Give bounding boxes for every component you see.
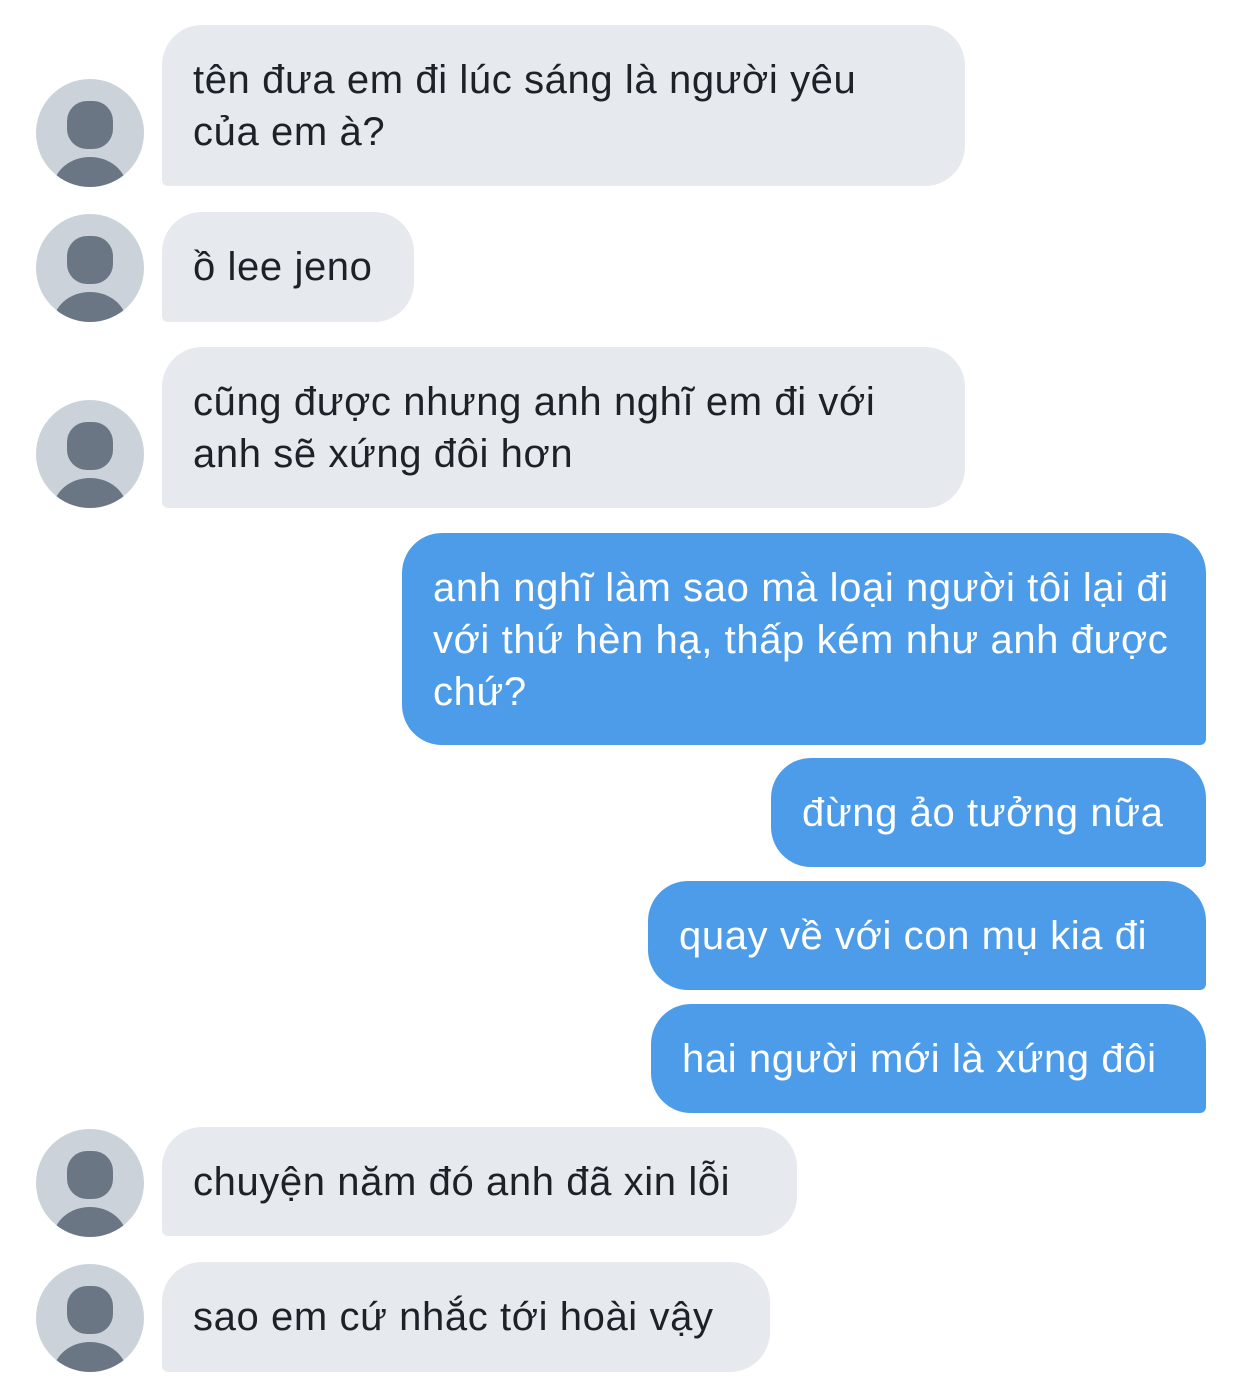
message-bubble-incoming[interactable]: cũng được nhưng anh nghĩ em đi với anh s… xyxy=(162,347,965,508)
message-bubble-incoming[interactable]: sao em cứ nhắc tới hoài vậy xyxy=(162,1262,770,1372)
person-icon xyxy=(53,236,127,322)
sender-avatar[interactable] xyxy=(36,1264,144,1372)
sender-avatar[interactable] xyxy=(36,79,144,187)
message-bubble-outgoing[interactable]: đừng ảo tưởng nữa xyxy=(771,758,1206,867)
message-bubble-outgoing[interactable]: anh nghĩ làm sao mà loại người tôi lại đ… xyxy=(402,533,1206,745)
message-bubble-incoming[interactable]: ồ lee jeno xyxy=(162,212,414,322)
sender-avatar[interactable] xyxy=(36,400,144,508)
sender-avatar[interactable] xyxy=(36,1129,144,1237)
person-icon xyxy=(53,422,127,508)
message-bubble-outgoing[interactable]: quay về với con mụ kia đi xyxy=(648,881,1206,990)
message-bubble-incoming[interactable]: chuyện năm đó anh đã xin lỗi xyxy=(162,1127,797,1236)
person-icon xyxy=(53,101,127,187)
message-bubble-incoming[interactable]: tên đưa em đi lúc sáng là người yêu của … xyxy=(162,25,965,186)
sender-avatar[interactable] xyxy=(36,214,144,322)
person-icon xyxy=(53,1286,127,1372)
person-icon xyxy=(53,1151,127,1237)
message-bubble-outgoing[interactable]: hai người mới là xứng đôi xyxy=(651,1004,1206,1113)
